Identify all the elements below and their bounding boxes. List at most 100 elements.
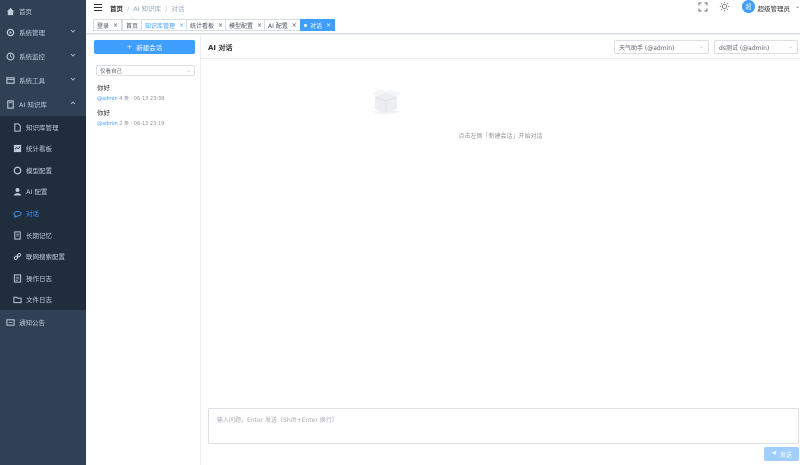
sidebar-item-label: 系统管理 [19,29,45,37]
sidebar-item-stats-dashboard[interactable]: 统计看板 [0,137,86,159]
chevron-down-icon: ⌄ [185,67,191,74]
tools-icon [5,75,15,85]
breadcrumb: 首页 / AI 知识库 / 对话 [110,3,184,13]
sidebar-item-label: 系统工具 [19,77,45,85]
tab-stats-dashboard[interactable]: 统计看板 × [186,19,228,31]
chevron-down-icon: ⌄ [787,43,793,50]
model-select-value: ds测试 (@admin) [719,44,770,52]
sidebar-item-label: 模型配置 [26,167,52,175]
sidebar-item-ai-config[interactable]: AI 配置 [0,180,86,202]
sidebar-item-label: 文件日志 [26,296,52,304]
folder-icon [12,294,22,304]
home-icon [5,6,15,16]
user-icon [12,186,22,196]
sidebar-item-home[interactable]: 首页 [0,0,86,22]
breadcrumb-home[interactable]: 首页 [110,5,123,13]
sidebar-item-system-tools[interactable]: 系统工具 [0,69,86,91]
close-icon[interactable]: × [257,22,262,29]
message-input-placeholder: 输入问题，Enter 发送（Shift+Enter 换行） [217,417,338,424]
plus-icon: + [126,43,133,51]
sidebar-item-model-config[interactable]: 模型配置 [0,159,86,181]
log-icon [12,273,22,283]
sidebar-item-ai-knowledge[interactable]: AI 知识库 [0,93,86,115]
avatar[interactable]: 超 [742,0,755,13]
conversation-title: 你好 [97,109,110,117]
conversation-meta: @admin 2 条 · 06-13 23:19 [97,120,195,127]
sidebar-item-label: 联网搜索配置 [26,253,65,261]
tab-chat[interactable]: 对话 × [300,19,336,31]
sidebar-item-notice[interactable]: 通知公告 [0,311,86,333]
sun-icon[interactable] [719,1,730,14]
message-input[interactable]: 输入问题，Enter 发送（Shift+Enter 换行） [208,408,799,444]
active-dot-icon [304,23,307,27]
chevron-down-icon [70,28,76,36]
breadcrumb-separator: / [165,5,168,13]
tab-home[interactable]: 首页 [122,19,143,31]
sidebar: 首页 系统管理 系统监控 系统工具 AI 知识库 知识库管理 统计看板 模型配置… [0,0,86,465]
fullscreen-icon[interactable] [698,2,708,14]
tab-label: 首页 [126,22,139,30]
conversation-item[interactable]: 你好 @admin 2 条 · 06-13 23:19 [97,107,195,127]
sidebar-item-label: 长期记忆 [26,232,52,240]
conversation-info: 4 条 · 06-13 23:38 [119,96,165,102]
sidebar-item-web-search-config[interactable]: 联网搜索配置 [0,245,86,267]
close-icon[interactable]: × [326,22,331,29]
close-icon[interactable]: × [292,22,297,29]
sidebar-item-label: 首页 [19,8,32,16]
sidebar-item-label: 系统监控 [19,53,45,61]
conversation-info: 2 条 · 06-13 23:19 [119,121,165,127]
tab-knowledge-management[interactable]: 知识库管理 × [141,19,189,31]
sidebar-item-label: 通知公告 [19,319,45,327]
sidebar-item-operation-log[interactable]: 操作日志 [0,267,86,289]
assistant-select[interactable]: 天气助手 (@admin) ⌄ [614,40,709,54]
assistant-select-value: 天气助手 (@admin) [619,44,675,52]
model-select[interactable]: ds测试 (@admin) ⌄ [714,40,798,54]
tab-label: 知识库管理 [145,22,176,30]
tab-label: 统计看板 [190,22,215,30]
send-button[interactable]: 发送 [764,447,799,461]
dashboard-icon [12,143,22,153]
notice-icon [5,317,15,327]
sidebar-item-label: AI 配置 [26,188,48,196]
sidebar-item-label: AI 知识库 [19,101,47,109]
memory-icon [12,230,22,240]
sidebar-item-file-log[interactable]: 文件日志 [0,288,86,310]
sidebar-item-label: 知识库管理 [26,124,59,132]
sidebar-item-system-management[interactable]: 系统管理 [0,21,86,43]
conversation-filter-select[interactable]: 仅看自己 ⌄ [96,65,195,76]
model-icon [12,165,22,175]
tab-model-config[interactable]: 模型配置 × [225,19,267,31]
sidebar-item-system-monitor[interactable]: 系统监控 [0,45,86,67]
send-icon [771,450,777,458]
breadcrumb-separator: / [127,5,130,13]
book-icon [5,99,15,109]
chat-icon [12,208,22,218]
link-icon [12,251,22,261]
chat-header: AI 对话 天气助手 (@admin) ⌄ ds测试 (@admin) ⌄ [201,35,800,59]
chevron-down-icon[interactable]: ⌄ [795,3,800,10]
sidebar-item-knowledge-management[interactable]: 知识库管理 [0,116,86,138]
close-icon[interactable]: × [113,22,118,29]
tab-ai-config[interactable]: AI 配置 × [264,19,301,31]
conversation-author: @admin [97,121,118,127]
username[interactable]: 超级管理员 [758,3,791,13]
new-conversation-button[interactable]: + 新建会话 [94,40,195,54]
chevron-down-icon [70,76,76,84]
sidebar-item-chat[interactable]: 对话 [0,202,86,224]
tab-login[interactable]: 登录 × [93,19,123,31]
close-icon[interactable]: × [179,22,184,29]
empty-hint: 点击左侧「新建会话」开始对话 [458,133,543,140]
close-icon[interactable]: × [218,22,223,29]
filter-value: 仅看自己 [100,68,123,75]
chevron-up-icon [70,100,76,108]
breadcrumb-current: 对话 [171,5,185,13]
hamburger-icon[interactable] [93,3,103,14]
conversation-title: 你好 [97,84,110,92]
empty-box-icon [370,85,402,117]
sidebar-item-long-term-memory[interactable]: 长期记忆 [0,224,86,246]
sidebar-item-label: 对话 [26,210,39,218]
tab-label: 登录 [97,22,110,30]
conversation-item[interactable]: 你好 @admin 4 条 · 06-13 23:38 [97,82,195,102]
breadcrumb-ai-knowledge: AI 知识库 [133,5,162,13]
monitor-icon [5,51,15,61]
